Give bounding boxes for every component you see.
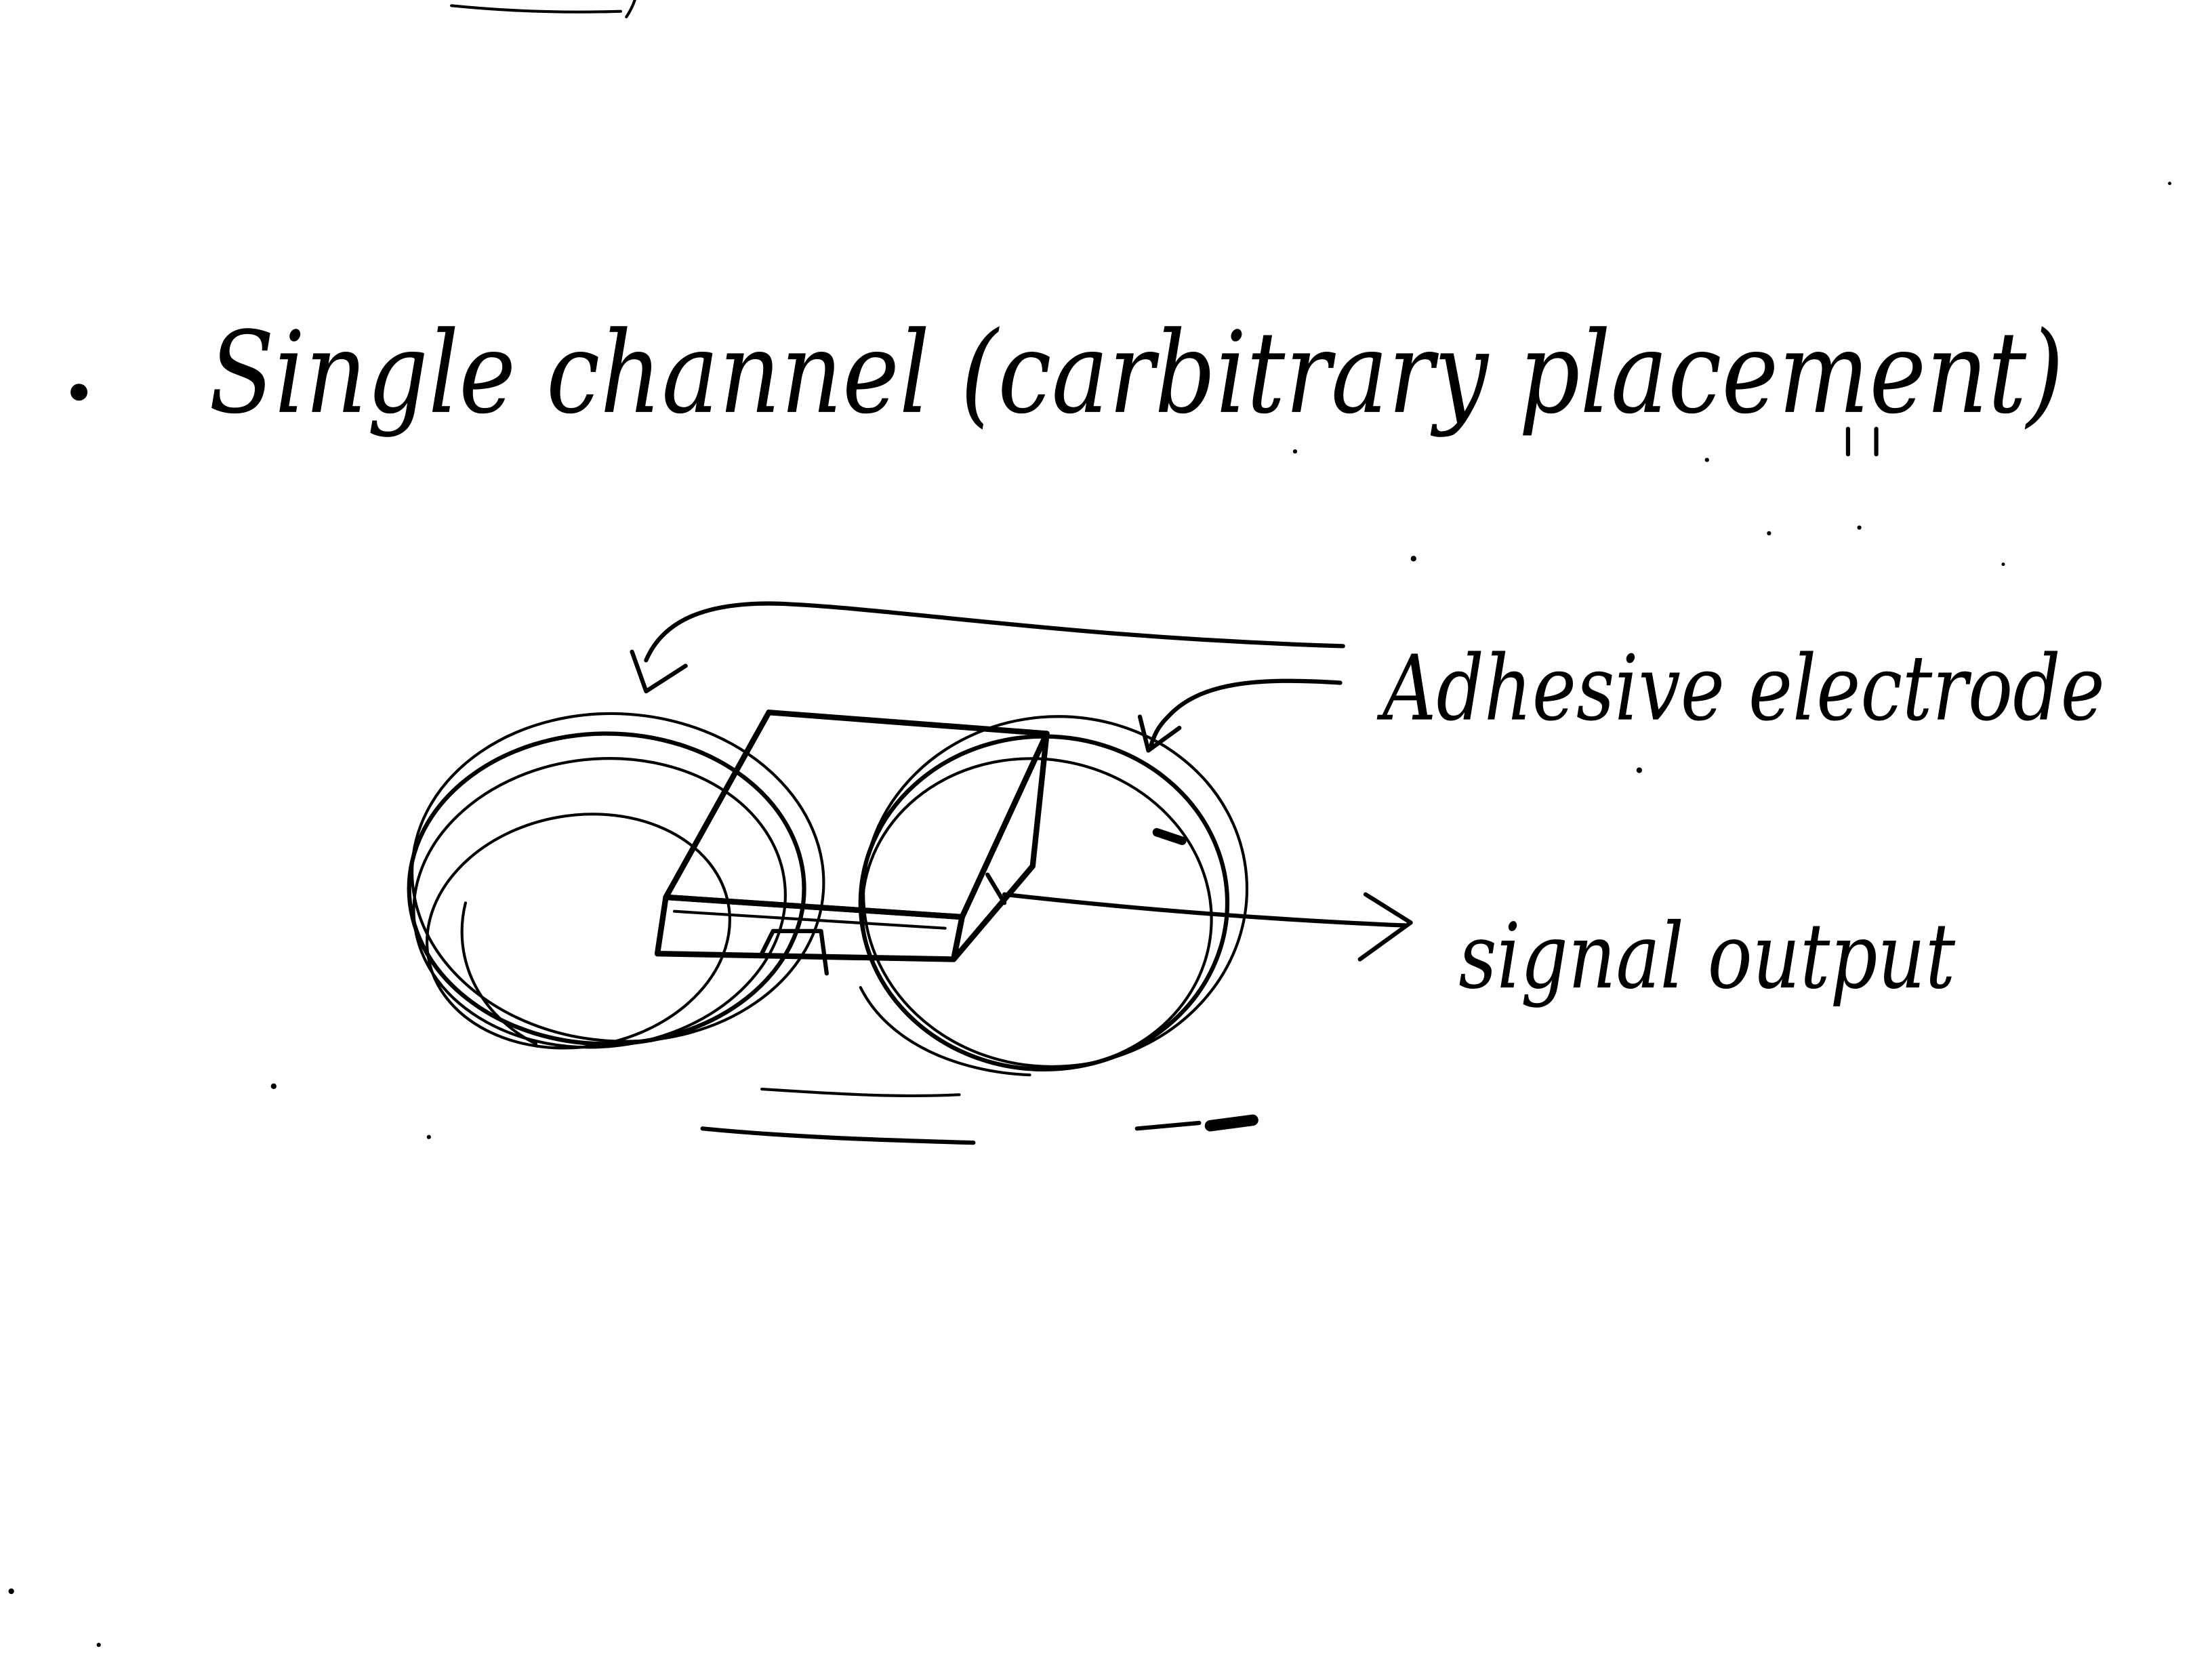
signal-output-label: signal output [1458, 904, 1955, 1009]
electrode-arrow-left [644, 601, 1345, 663]
heading-text: Single channel (carbitrary placement) [209, 308, 2064, 439]
top-scribble [450, 0, 636, 19]
sensor-box [654, 710, 1050, 962]
electrode-arrow-right-head [1137, 714, 1182, 753]
right-electrode-pad [858, 715, 1249, 1077]
left-electrode-pad [407, 712, 825, 1050]
electrode-arrow-right [1149, 678, 1343, 747]
electrode-arrow-left-head [630, 649, 688, 694]
signal-output-arrowhead [1357, 892, 1413, 962]
adhesive-electrode-label: Adhesive electrode [1376, 636, 2105, 741]
notebook-page: Single channel (carbitrary placement) Ad… [0, 0, 2212, 1659]
sketch-canvas: Single channel (carbitrary placement) Ad… [8, 0, 2172, 1647]
ground-shadow-strokes [700, 1087, 1258, 1145]
signal-output-line [1002, 892, 1408, 928]
bullet-dot [70, 384, 88, 401]
